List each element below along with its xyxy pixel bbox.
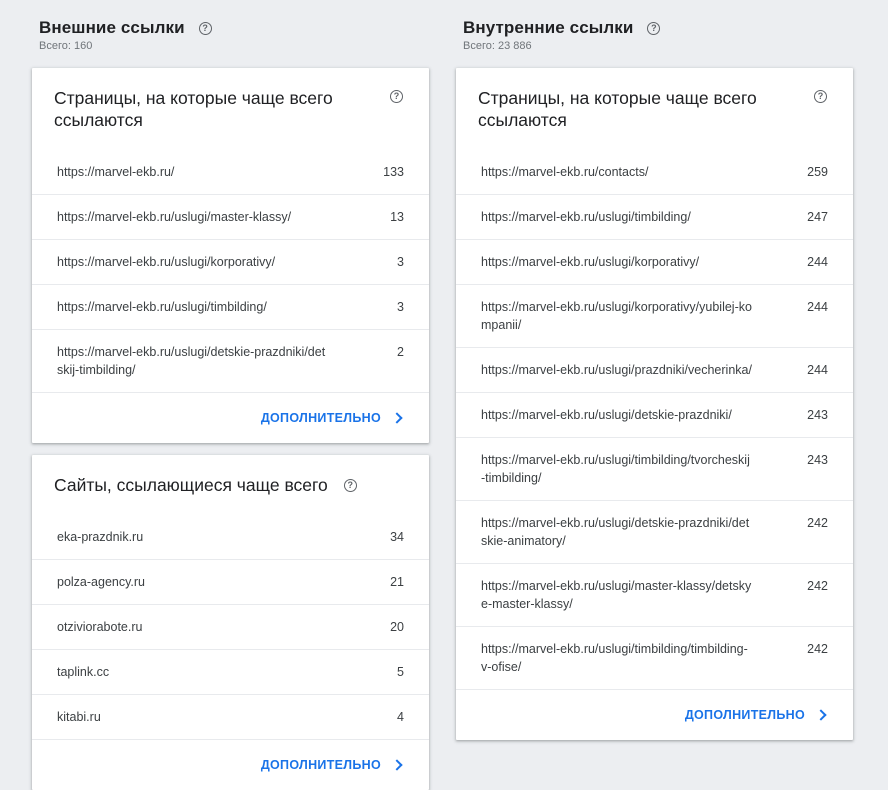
list-item[interactable]: https://marvel-ekb.ru/uslugi/prazdniki/v…: [456, 348, 853, 393]
section-title: Внутренние ссылки: [463, 18, 634, 37]
section-total: Всего: 160: [39, 40, 93, 52]
list-item[interactable]: https://marvel-ekb.ru/contacts/259: [456, 150, 853, 195]
link-count: 243: [807, 408, 828, 422]
link-count: 5: [397, 665, 404, 679]
section-header: Внешние ссылки ? Всего: 160: [32, 0, 429, 68]
list-item[interactable]: https://marvel-ekb.ru/uslugi/detskie-pra…: [456, 501, 853, 564]
card-title: Страницы, на которые чаще всего ссылаютс…: [54, 88, 333, 130]
list-item[interactable]: https://marvel-ekb.ru/uslugi/timbilding/…: [32, 285, 429, 330]
link-count: 243: [807, 453, 828, 467]
link-url: polza-agency.ru: [57, 575, 146, 589]
section-title: Внешние ссылки: [39, 18, 185, 37]
link-url: https://marvel-ekb.ru/uslugi/korporativy…: [481, 255, 700, 269]
more-button[interactable]: ДОПОЛНИТЕЛЬНО: [260, 411, 403, 425]
link-url: https://marvel-ekb.ru/: [57, 165, 175, 179]
list-item[interactable]: polza-agency.ru 21: [32, 560, 429, 605]
help-icon[interactable]: ?: [814, 90, 827, 103]
link-count: 2: [397, 345, 404, 359]
link-count: 3: [397, 300, 404, 314]
help-icon[interactable]: ?: [198, 21, 212, 35]
list-item[interactable]: https://marvel-ekb.ru/uslugi/master-klas…: [456, 564, 853, 627]
top-linking-sites-card: Сайты, ссылающиеся чаще всего ? eka-praz…: [32, 455, 429, 790]
list-item[interactable]: https://marvel-ekb.ru/uslugi/korporativy…: [456, 285, 853, 348]
section-total: Всего: 23 886: [463, 40, 532, 52]
more-label: ДОПОЛНИТЕЛЬНО: [684, 708, 805, 722]
link-url: https://marvel-ekb.ru/uslugi/timbilding/: [57, 300, 267, 314]
chevron-right-icon: [815, 709, 827, 721]
link-count: 242: [807, 579, 828, 593]
external-links-section: Внешние ссылки ? Всего: 160 Страницы, на…: [32, 0, 429, 790]
link-url: eka-prazdnik.ru: [57, 530, 144, 544]
link-url: https://marvel-ekb.ru/uslugi/detskie-pra…: [481, 516, 750, 548]
link-count: 13: [390, 210, 404, 224]
list-item[interactable]: https://marvel-ekb.ru/uslugi/timbilding/…: [456, 438, 853, 501]
more-label: ДОПОЛНИТЕЛЬНО: [260, 758, 381, 772]
more-button[interactable]: ДОПОЛНИТЕЛЬНО: [684, 708, 827, 722]
list-item[interactable]: https://marvel-ekb.ru/uslugi/detskie-pra…: [32, 330, 429, 393]
link-count: 244: [807, 300, 828, 314]
link-list: https://marvel-ekb.ru/133 https://marvel-…: [32, 150, 429, 393]
link-url: https://marvel-ekb.ru/uslugi/korporativy…: [481, 300, 752, 332]
link-url: https://marvel-ekb.ru/uslugi/korporativy…: [57, 255, 276, 269]
link-url: https://marvel-ekb.ru/uslugi/timbilding/…: [481, 453, 750, 485]
list-item[interactable]: otziviorabote.ru 20: [32, 605, 429, 650]
link-url: otziviorabote.ru: [57, 620, 143, 634]
link-count: 242: [807, 642, 828, 656]
more-label: ДОПОЛНИТЕЛЬНО: [260, 411, 381, 425]
more-button[interactable]: ДОПОЛНИТЕЛЬНО: [260, 758, 403, 772]
link-count: 259: [807, 165, 828, 179]
link-url: https://marvel-ekb.ru/uslugi/prazdniki/v…: [481, 363, 752, 377]
link-count: 20: [390, 620, 404, 634]
site-list: eka-prazdnik.ru 34 polza-agency.ru 21 otzivi…: [32, 515, 429, 740]
list-item[interactable]: kitabi.ru 4: [32, 695, 429, 740]
link-list: https://marvel-ekb.ru/contacts/259 https:…: [456, 150, 853, 690]
list-item[interactable]: taplink.cc 5: [32, 650, 429, 695]
link-url: https://marvel-ekb.ru/uslugi/timbilding/…: [481, 642, 748, 674]
card-title: Страницы, на которые чаще всего ссылаютс…: [478, 88, 757, 130]
help-icon[interactable]: ?: [647, 21, 661, 35]
link-count: 21: [390, 575, 404, 589]
help-icon[interactable]: ?: [343, 479, 357, 492]
list-item[interactable]: https://marvel-ekb.ru/uslugi/timbilding/…: [456, 195, 853, 240]
link-url: https://marvel-ekb.ru/uslugi/master-klas…: [57, 210, 292, 224]
list-item[interactable]: https://marvel-ekb.ru/uslugi/master-klas…: [32, 195, 429, 240]
list-item[interactable]: https://marvel-ekb.ru/133: [32, 150, 429, 195]
internal-links-section: Внутренние ссылки ? Всего: 23 886 Страни…: [456, 0, 853, 740]
link-count: 242: [807, 516, 828, 530]
link-url: kitabi.ru: [57, 710, 101, 724]
link-url: taplink.cc: [57, 665, 110, 679]
chevron-right-icon: [391, 412, 403, 424]
link-url: https://marvel-ekb.ru/uslugi/detskie-pra…: [481, 408, 732, 422]
link-count: 244: [807, 255, 828, 269]
top-linked-pages-card: Страницы, на которые чаще всего ссылаютс…: [456, 68, 853, 740]
link-count: 34: [390, 530, 404, 544]
link-count: 244: [807, 363, 828, 377]
link-url: https://marvel-ekb.ru/contacts/: [481, 165, 649, 179]
section-header: Внутренние ссылки ? Всего: 23 886: [456, 0, 853, 68]
help-icon[interactable]: ?: [390, 90, 403, 103]
list-item[interactable]: https://marvel-ekb.ru/uslugi/korporativy…: [456, 240, 853, 285]
list-item[interactable]: https://marvel-ekb.ru/uslugi/detskie-pra…: [456, 393, 853, 438]
link-count: 247: [807, 210, 828, 224]
link-url: https://marvel-ekb.ru/uslugi/detskie-pra…: [57, 345, 326, 377]
link-count: 4: [397, 710, 404, 724]
link-count: 133: [383, 165, 404, 179]
link-count: 3: [397, 255, 404, 269]
card-title: Сайты, ссылающиеся чаще всего: [54, 475, 328, 495]
list-item[interactable]: https://marvel-ekb.ru/uslugi/korporativy…: [32, 240, 429, 285]
link-url: https://marvel-ekb.ru/uslugi/master-klas…: [481, 579, 752, 611]
list-item[interactable]: eka-prazdnik.ru 34: [32, 515, 429, 560]
chevron-right-icon: [391, 759, 403, 771]
link-url: https://marvel-ekb.ru/uslugi/timbilding/: [481, 210, 691, 224]
list-item[interactable]: https://marvel-ekb.ru/uslugi/timbilding/…: [456, 627, 853, 690]
top-linked-pages-card: Страницы, на которые чаще всего ссылаютс…: [32, 68, 429, 443]
